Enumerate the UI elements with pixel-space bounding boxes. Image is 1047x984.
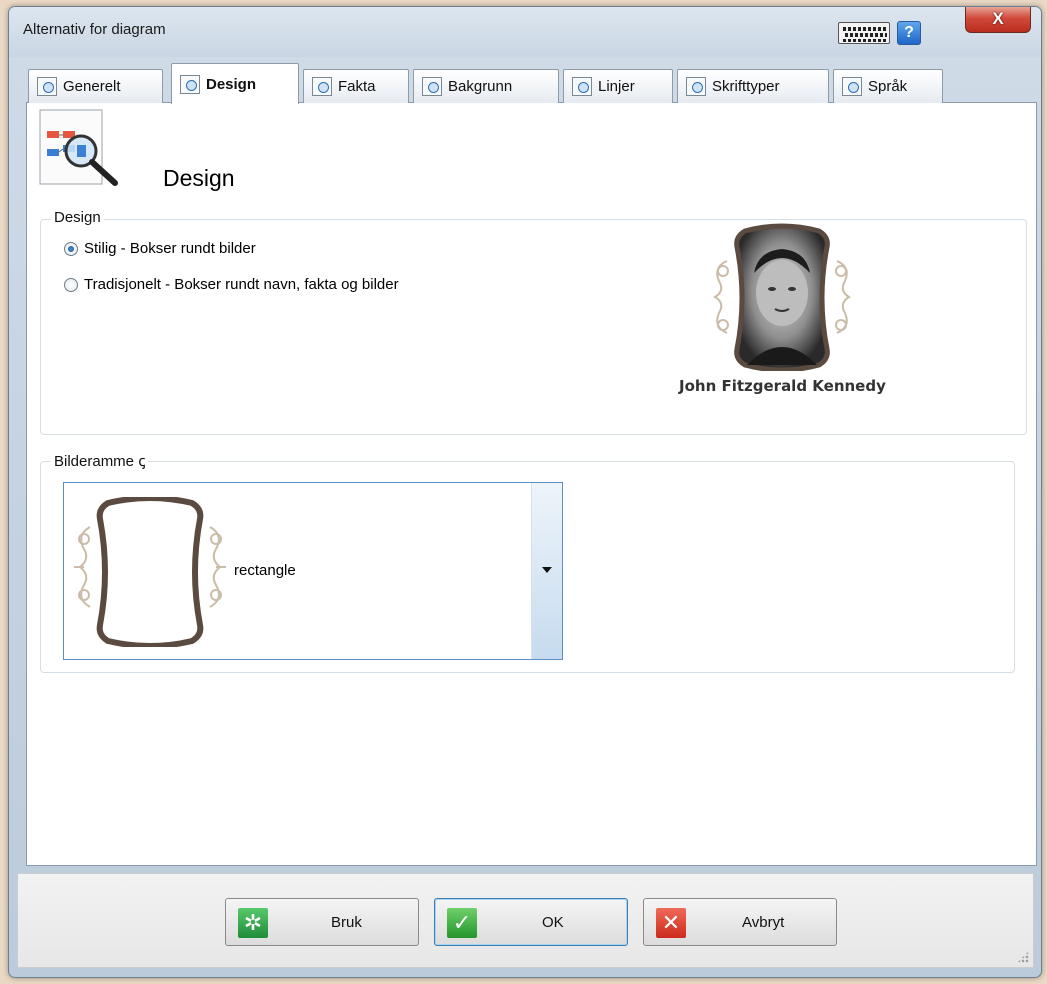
check-icon: ✓ [447,908,477,938]
portrait-preview-image [713,223,851,371]
general-tab-icon [37,77,57,96]
tab-general[interactable]: Generelt [28,69,163,103]
tab-background[interactable]: Bakgrunn [413,69,559,103]
button-bar: ✲ Bruk ✓ OK ✕ Avbryt [17,873,1034,968]
tab-design[interactable]: Design [171,63,299,104]
radio-label: Stilig - Bokser rundt bilder [84,240,256,257]
ok-button[interactable]: ✓ OK [434,898,628,946]
dialog-window: Alternativ for diagram ? X Generelt Desi… [8,6,1042,978]
fonts-tab-icon [686,77,706,96]
design-magnifier-icon [39,109,118,186]
design-groupbox: Design Stilig - Bokser rundt bilder Trad… [40,209,1027,435]
tab-label: Fakta [338,78,376,95]
tab-label: Skrifttyper [712,78,780,95]
design-legend: Design [51,209,104,226]
background-tab-icon [422,77,442,96]
tab-label: Design [206,75,257,93]
tab-language[interactable]: Språk [833,69,943,103]
tab-label: Bakgrunn [448,78,513,95]
frame-legend: Bilderamme ꞔ [51,451,149,471]
keyboard-icon[interactable] [838,22,890,44]
ok-label: OK [542,914,564,931]
tab-lines[interactable]: Linjer [563,69,673,103]
preview-name-label: John Fitzgerald Kennedy [679,377,886,395]
facts-tab-icon [312,77,332,96]
window-title: Alternativ for diagram [23,21,166,38]
close-button[interactable]: X [965,7,1031,33]
tab-facts[interactable]: Fakta [303,69,409,103]
frame-legend-suffix: ꞔ [138,453,146,470]
lines-tab-icon [572,77,592,96]
design-tab-icon [180,74,200,94]
tab-content-design: Design Design Stilig - Bokser rundt bild… [26,103,1037,866]
radio-stylish[interactable]: Stilig - Bokser rundt bilder [64,240,256,257]
cancel-label: Avbryt [742,914,785,931]
frame-style-dropdown[interactable]: rectangle [63,482,563,660]
radio-traditional[interactable]: Tradisjonelt - Bokser rundt navn, fakta … [64,276,399,293]
dropdown-button[interactable] [531,483,562,659]
radio-checked-icon[interactable] [64,241,78,256]
rectangle-frame-icon [74,497,226,647]
tab-label: Språk [868,78,908,95]
language-tab-icon [842,77,862,96]
tab-fonts[interactable]: Skrifttyper [677,69,829,103]
apply-sparkle-icon: ✲ [238,908,268,938]
tab-strip: Generelt Design Fakta Bakgrunn Linjer Sk… [26,63,1037,104]
tab-label: Generelt [63,78,121,95]
tab-label: Linjer [598,78,635,95]
apply-label: Bruk [331,914,362,931]
apply-button[interactable]: ✲ Bruk [225,898,419,946]
title-bar[interactable]: Alternativ for diagram ? X [9,7,1041,57]
cancel-x-icon: ✕ [656,908,686,938]
page-title: Design [163,165,235,191]
chevron-down-icon [542,567,552,573]
dropdown-selected-value: rectangle [234,562,296,579]
resize-grip-icon[interactable] [1017,951,1029,963]
radio-unchecked-icon[interactable] [64,277,78,292]
cancel-button[interactable]: ✕ Avbryt [643,898,837,946]
help-button[interactable]: ? [897,21,921,45]
radio-label: Tradisjonelt - Bokser rundt navn, fakta … [84,276,399,293]
